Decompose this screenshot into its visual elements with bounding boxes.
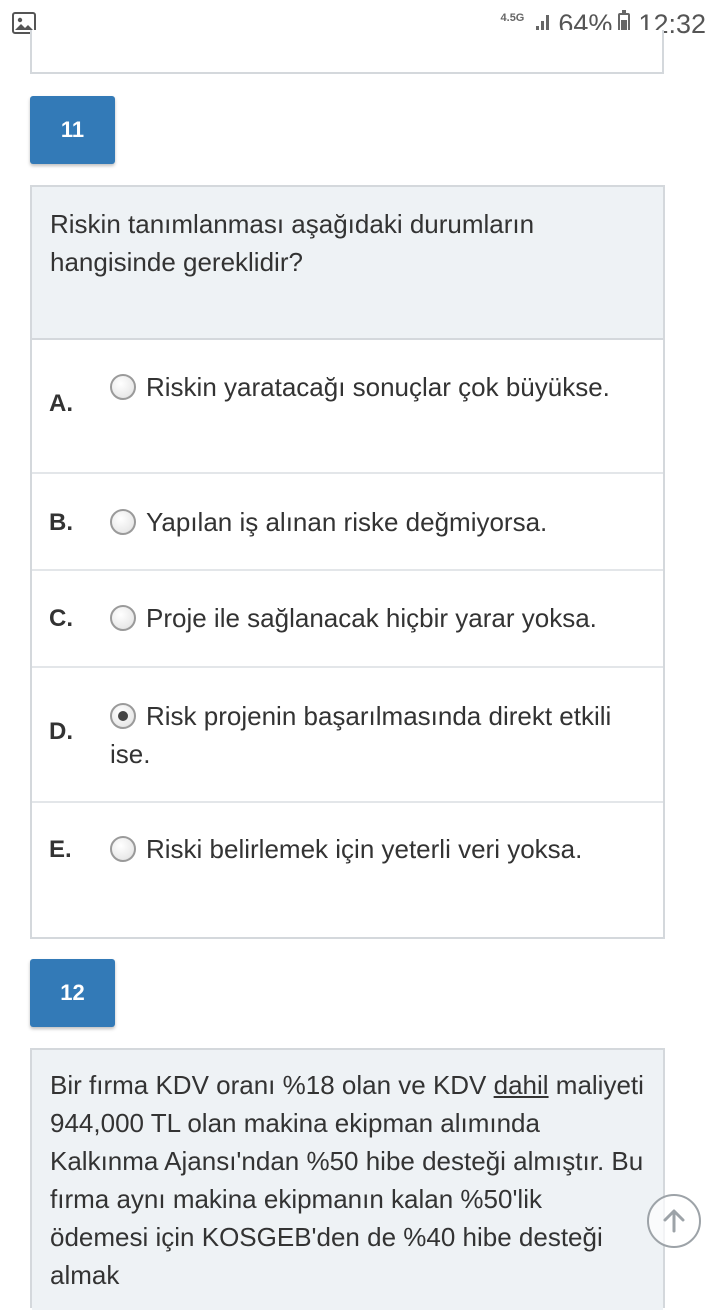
network-type: 4.5G [500, 12, 525, 24]
option-letter: B. [49, 509, 73, 536]
option-d[interactable]: D. Risk projenin başarılmasında direkt e… [32, 668, 663, 803]
radio-button[interactable] [110, 509, 136, 535]
question-number-badge: 11 [30, 96, 115, 164]
question-text: Riskin tanımlanması aşağıdaki durumların… [32, 187, 663, 340]
option-c[interactable]: C. Proje ile sağlanacak hiçbir yarar yok… [32, 571, 663, 668]
radio-button[interactable] [110, 605, 136, 631]
question-number-badge: 12 [30, 959, 115, 1027]
radio-button-selected[interactable] [110, 703, 136, 729]
option-b[interactable]: B. Yapılan iş alınan riske değmiyorsa. [32, 474, 663, 571]
option-text: Risk projenin başarılmasında direkt etki… [110, 701, 612, 769]
previous-question-card [30, 30, 664, 74]
arrow-up-icon [663, 1209, 685, 1233]
option-letter: A. [49, 390, 73, 417]
option-letter: C. [49, 605, 73, 632]
question-text-underlined: dahil [493, 1070, 549, 1100]
option-text: Riskin yaratacağı sonuçlar çok büyükse. [146, 372, 610, 402]
option-a[interactable]: A. Riskin yaratacağı sonuçlar çok büyüks… [32, 340, 663, 474]
option-text: Riski belirlemek için yeterli veri yoksa… [146, 834, 583, 864]
question-text: Bir fırma KDV oranı %18 olan ve KDV dahi… [32, 1050, 663, 1310]
option-letter: D. [49, 718, 73, 745]
question-card: Bir fırma KDV oranı %18 olan ve KDV dahi… [30, 1048, 665, 1310]
radio-button[interactable] [110, 836, 136, 862]
option-text: Yapılan iş alınan riske değmiyorsa. [146, 507, 548, 537]
scroll-to-top-button[interactable] [647, 1194, 701, 1248]
question-text-part: Bir fırma KDV oranı %18 olan ve KDV [50, 1070, 494, 1100]
question-text-part: maliyeti 944,000 TL olan makina ekipman … [50, 1070, 644, 1290]
option-e[interactable]: E. Riski belirlemek için yeterli veri yo… [32, 803, 663, 937]
question-card: Riskin tanımlanması aşağıdaki durumların… [30, 185, 665, 939]
option-letter: E. [49, 836, 72, 863]
option-text: Proje ile sağlanacak hiçbir yarar yoksa. [146, 603, 597, 633]
radio-button[interactable] [110, 374, 136, 400]
